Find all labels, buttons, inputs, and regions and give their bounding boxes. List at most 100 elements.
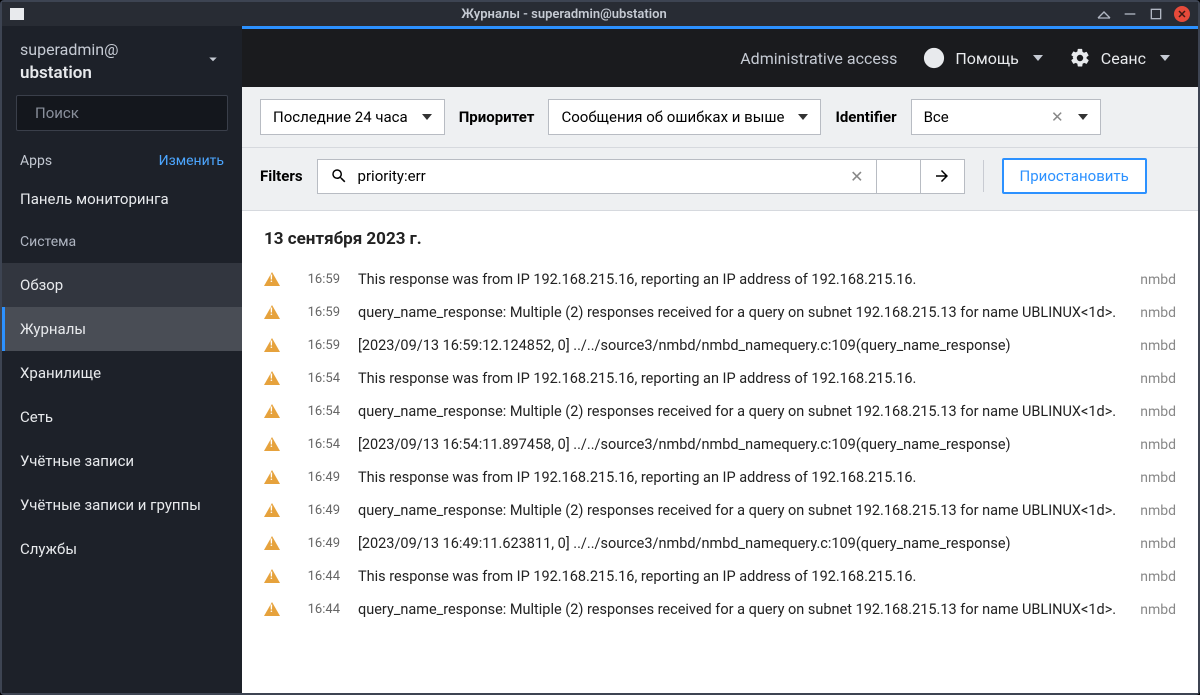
log-service: nmbd — [1140, 371, 1176, 387]
log-service: nmbd — [1140, 305, 1176, 321]
warning-icon — [264, 272, 280, 288]
help-label: Помощь — [955, 49, 1018, 68]
nav-system[interactable]: Система — [2, 221, 242, 263]
log-time: 16:59 — [298, 305, 340, 320]
log-message: This response was from IP 192.168.215.16… — [358, 370, 1122, 387]
nav-network[interactable]: Сеть — [2, 395, 242, 439]
log-row[interactable]: 16:59 [2023/09/13 16:59:12.124852, 0] ..… — [264, 329, 1176, 362]
window-minimize-button[interactable] — [1122, 6, 1138, 22]
log-row[interactable]: 16:44 query_name_response: Multiple (2) … — [264, 593, 1176, 626]
log-message: This response was from IP 192.168.215.16… — [358, 568, 1122, 585]
log-message: query_name_response: Multiple (2) respon… — [358, 502, 1122, 519]
clear-icon[interactable]: ✕ — [850, 167, 863, 186]
filters-row-secondary: Filters ✕ Приостановить — [242, 148, 1198, 211]
warning-icon — [264, 602, 280, 618]
log-time: 16:59 — [298, 272, 340, 287]
log-service: nmbd — [1140, 503, 1176, 519]
log-row[interactable]: 16:49 This response was from IP 192.168.… — [264, 461, 1176, 494]
warning-icon — [264, 569, 280, 585]
log-row[interactable]: 16:49 [2023/09/13 16:49:11.623811, 0] ..… — [264, 527, 1176, 560]
filter-apply-button[interactable] — [921, 159, 965, 194]
log-area: 13 сентября 2023 г. 16:59 This response … — [242, 211, 1198, 693]
apps-label: Apps — [20, 153, 52, 169]
nav-logs[interactable]: Журналы — [2, 307, 242, 351]
main: Administrative access Помощь Сеанс После… — [242, 26, 1198, 693]
log-service: nmbd — [1140, 437, 1176, 453]
divider — [983, 160, 984, 192]
filters-row-primary: Последние 24 часа Приоритет Сообщения об… — [242, 87, 1198, 148]
identifier-dropdown[interactable]: Все ✕ — [911, 99, 1101, 135]
log-time: 16:49 — [298, 470, 340, 485]
time-range-dropdown[interactable]: Последние 24 часа — [260, 99, 445, 135]
pause-button[interactable]: Приостановить — [1002, 158, 1147, 194]
log-rows: 16:59 This response was from IP 192.168.… — [264, 263, 1176, 626]
log-row[interactable]: 16:44 This response was from IP 192.168.… — [264, 560, 1176, 593]
log-row[interactable]: 16:54 This response was from IP 192.168.… — [264, 362, 1176, 395]
nav-overview[interactable]: Обзор — [2, 263, 242, 307]
priority-dropdown[interactable]: Сообщения об ошибках и выше — [548, 99, 821, 135]
log-time: 16:44 — [298, 602, 340, 617]
nav-services[interactable]: Службы — [2, 527, 242, 571]
window-title: Журналы - superadmin@ubstation — [32, 7, 1096, 22]
filter-options-button[interactable] — [877, 159, 921, 194]
nav-storage[interactable]: Хранилище — [2, 351, 242, 395]
nav-accounts[interactable]: Учётные записи — [2, 439, 242, 483]
log-time: 16:44 — [298, 569, 340, 584]
filter-search-input[interactable] — [358, 167, 841, 185]
log-message: query_name_response: Multiple (2) respon… — [358, 304, 1122, 321]
warning-icon — [264, 503, 280, 519]
log-time: 16:59 — [298, 338, 340, 353]
log-time: 16:49 — [298, 503, 340, 518]
window-close-button[interactable]: ✕ — [1174, 6, 1190, 22]
filter-search-field[interactable]: ✕ — [317, 159, 877, 194]
window-tray-icon[interactable] — [1096, 6, 1112, 22]
window-controls: ✕ — [1096, 6, 1190, 22]
log-row[interactable]: 16:49 query_name_response: Multiple (2) … — [264, 494, 1176, 527]
chevron-down-icon — [422, 114, 432, 120]
host-switcher[interactable]: superadmin@ ubstation — [2, 26, 242, 95]
filter-search-group: ✕ — [317, 159, 965, 194]
identifier-value: Все — [924, 108, 949, 126]
warning-icon — [264, 437, 280, 453]
admin-access-link[interactable]: Administrative access — [740, 49, 897, 68]
log-message: This response was from IP 192.168.215.16… — [358, 469, 1122, 486]
sidebar-search[interactable] — [16, 95, 228, 131]
warning-icon — [264, 536, 280, 552]
warning-icon — [264, 470, 280, 486]
search-icon — [330, 167, 348, 185]
help-menu[interactable]: Помощь — [923, 47, 1042, 69]
priority-value: Сообщения об ошибках и выше — [561, 108, 784, 126]
log-row[interactable]: 16:59 query_name_response: Multiple (2) … — [264, 296, 1176, 329]
help-icon — [923, 47, 945, 69]
log-service: nmbd — [1140, 338, 1176, 354]
chevron-down-icon — [204, 50, 222, 72]
log-time: 16:54 — [298, 371, 340, 386]
nav-list: Панель мониторинга Система Обзор Журналы… — [2, 177, 242, 571]
clear-icon[interactable]: ✕ — [1051, 108, 1064, 126]
warning-icon — [264, 371, 280, 387]
log-service: nmbd — [1140, 272, 1176, 288]
nav-dashboard[interactable]: Панель мониторинга — [2, 177, 242, 221]
log-message: This response was from IP 192.168.215.16… — [358, 271, 1122, 288]
log-time: 16:49 — [298, 536, 340, 551]
log-service: nmbd — [1140, 404, 1176, 420]
chevron-down-icon — [798, 114, 808, 120]
topbar: Administrative access Помощь Сеанс — [242, 29, 1198, 87]
window-maximize-button[interactable] — [1148, 6, 1164, 22]
filters-label: Filters — [260, 167, 303, 185]
log-row[interactable]: 16:54 [2023/09/13 16:54:11.897458, 0] ..… — [264, 428, 1176, 461]
time-range-value: Последние 24 часа — [273, 108, 408, 126]
log-row[interactable]: 16:59 This response was from IP 192.168.… — [264, 263, 1176, 296]
session-menu[interactable]: Сеанс — [1069, 47, 1170, 69]
app-window: Журналы - superadmin@ubstation ✕ superad… — [0, 0, 1200, 695]
log-service: nmbd — [1140, 602, 1176, 618]
log-row[interactable]: 16:54 query_name_response: Multiple (2) … — [264, 395, 1176, 428]
apps-header: Apps Изменить — [2, 143, 242, 177]
apps-edit-link[interactable]: Изменить — [159, 153, 224, 169]
sidebar-search-input[interactable] — [35, 104, 234, 122]
log-service: nmbd — [1140, 470, 1176, 486]
log-message: query_name_response: Multiple (2) respon… — [358, 403, 1122, 420]
host-user: superadmin@ — [20, 40, 224, 59]
nav-accounts-groups[interactable]: Учётные записи и группы — [2, 483, 242, 527]
titlebar: Журналы - superadmin@ubstation ✕ — [2, 2, 1198, 26]
